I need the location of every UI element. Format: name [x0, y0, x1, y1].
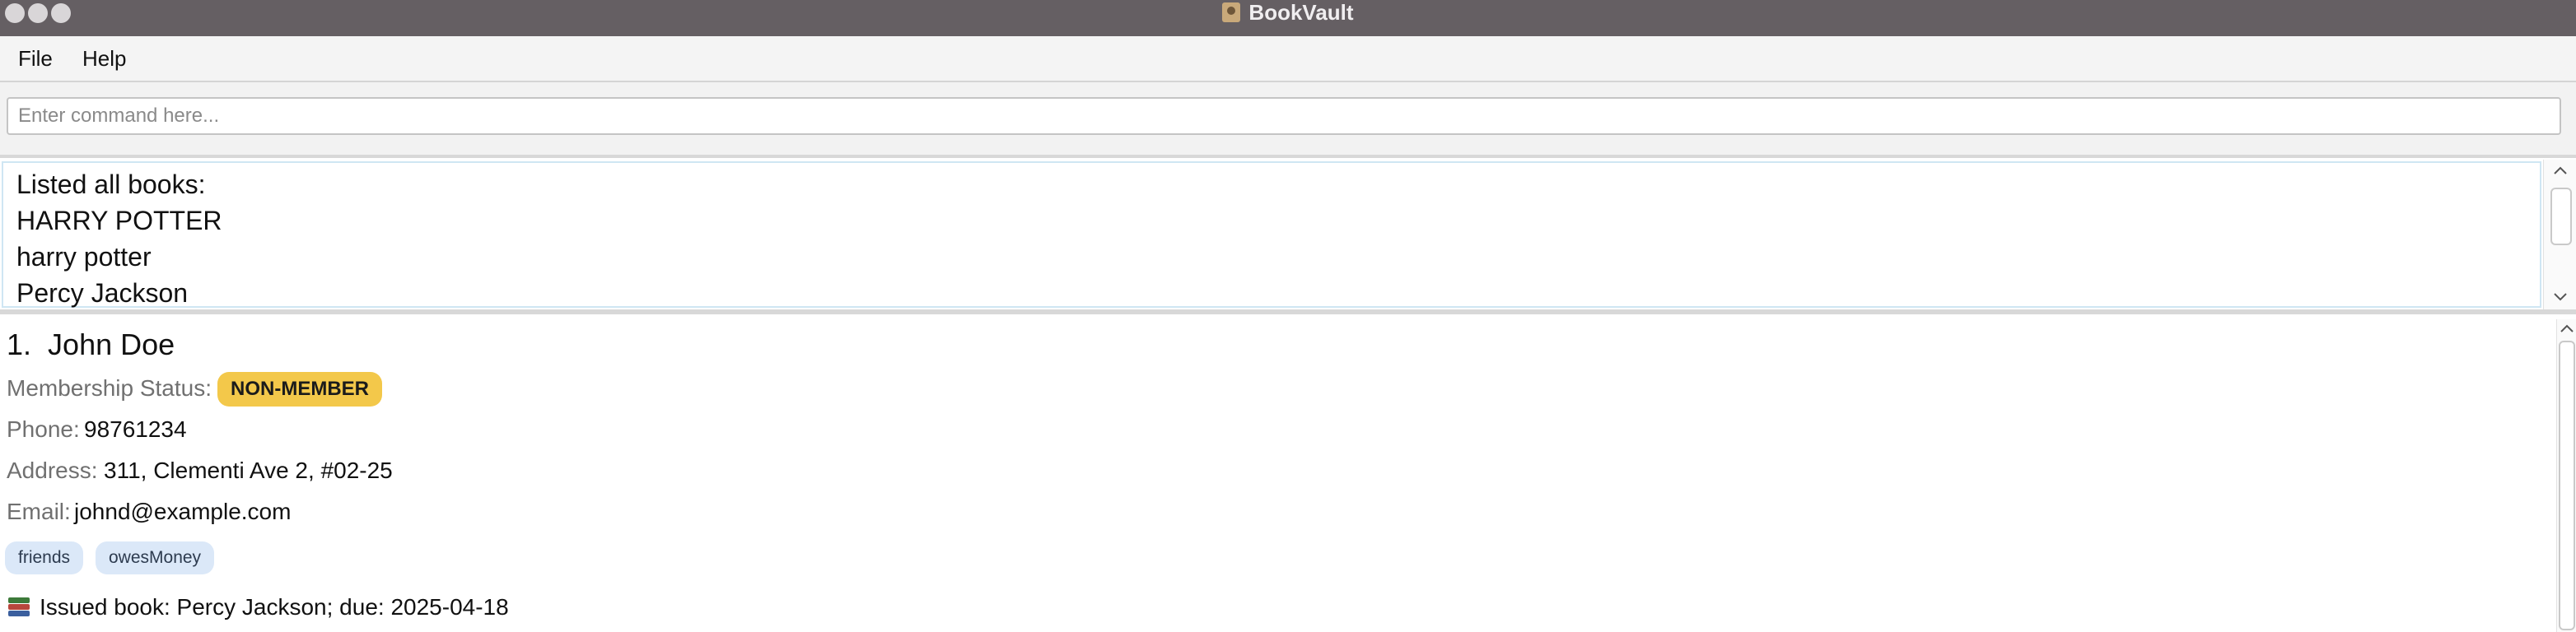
phone-label: Phone: [7, 416, 80, 442]
membership-status-badge: NON-MEMBER [217, 372, 382, 407]
result-text-area[interactable]: Listed all books: HARRY POTTER harry pot… [2, 161, 2541, 308]
list-scroll-up-arrow-icon[interactable] [2559, 321, 2575, 337]
result-scrollbar[interactable] [2543, 160, 2576, 309]
books-icon [7, 595, 31, 620]
result-scroll-thumb[interactable] [2550, 188, 2572, 245]
issued-book-row: Issued book: Percy Jackson; due: 2025-04… [7, 594, 509, 620]
membership-label: Membership Status: [7, 375, 212, 401]
result-line: Percy Jackson [16, 278, 189, 308]
window-title: BookVault [1248, 0, 1354, 25]
result-line: Listed all books: [16, 170, 206, 199]
address-label: Address: [7, 458, 98, 483]
app-icon [1222, 2, 1241, 22]
window-titlebar: BookVault [0, 0, 2576, 36]
window-title-group: BookVault [0, 0, 2576, 25]
list-scrollbar[interactable] [2556, 319, 2576, 632]
address-value: 311, Clementi Ave 2, #02-25 [104, 458, 393, 483]
scroll-down-arrow-icon[interactable] [2552, 288, 2569, 304]
email-label: Email: [7, 499, 71, 524]
result-line: HARRY POTTER [16, 206, 222, 235]
person-name-heading: 1. John Doe [7, 328, 175, 362]
menu-help[interactable]: Help [82, 46, 126, 72]
command-box [0, 82, 2576, 158]
result-display: Listed all books: HARRY POTTER harry pot… [0, 160, 2576, 314]
scroll-up-arrow-icon[interactable] [2552, 163, 2569, 179]
command-input[interactable] [7, 97, 2561, 135]
issued-book-text: Issued book: Percy Jackson; due: 2025-04… [40, 594, 509, 620]
person-list[interactable]: 1. John Doe Membership Status: NON-MEMBE… [0, 319, 2556, 632]
person-index: 1. [7, 328, 32, 361]
result-line: harry potter [16, 242, 152, 272]
list-scroll-thumb[interactable] [2559, 341, 2575, 630]
tag-owesmoney: owesMoney [96, 541, 215, 574]
menu-bar: File Help [0, 36, 2576, 82]
phone-value: 98761234 [84, 416, 187, 442]
menu-file[interactable]: File [18, 46, 53, 72]
email-value: johnd@example.com [74, 499, 292, 524]
tag-friends: friends [5, 541, 84, 574]
person-name: John Doe [48, 328, 175, 361]
